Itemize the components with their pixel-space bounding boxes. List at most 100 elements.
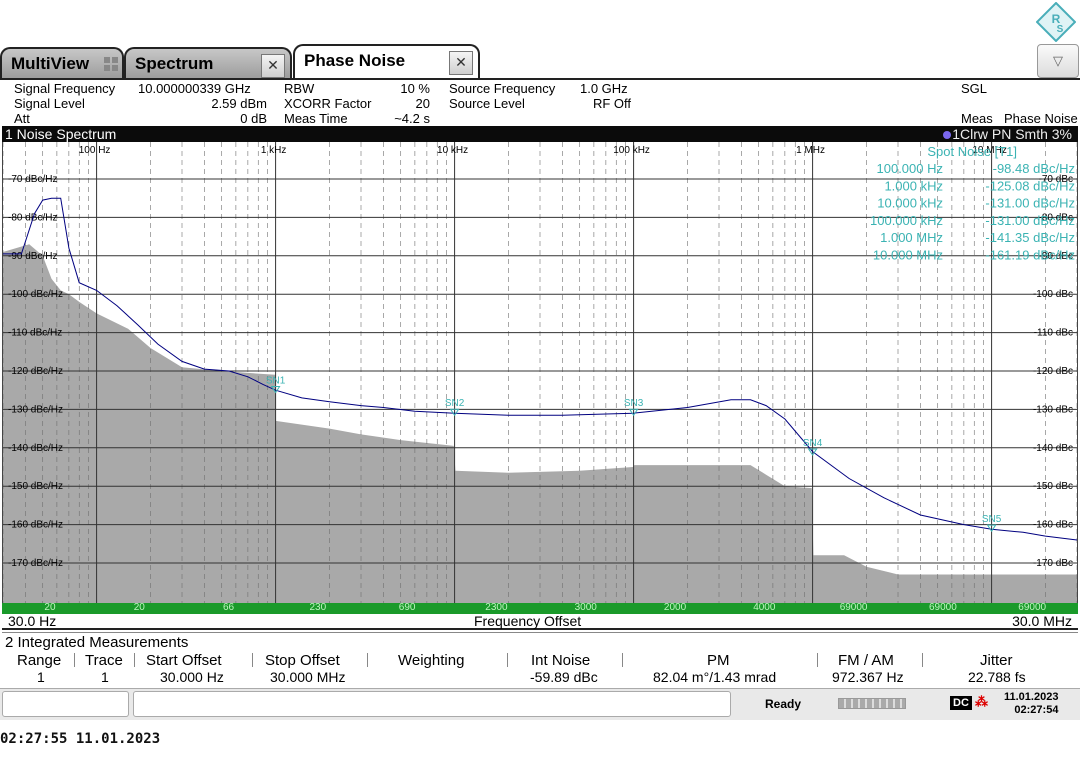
cell-start-offset: 30.000 Hz <box>160 669 224 685</box>
status-datetime: 11.01.2023 02:27:54 <box>1004 691 1058 717</box>
tab-spectrum-label: Spectrum <box>135 54 214 73</box>
x-tick-label: 100 Hz <box>79 145 111 156</box>
trace-info-text: 1Clrw PN Smth 3% <box>952 126 1072 142</box>
status-time: 02:27:54 <box>1014 704 1059 716</box>
spot-noise-marker-label: SN5 <box>982 514 1002 525</box>
spot-noise-value: -161.19 dBc/Hz <box>985 248 1075 263</box>
att-label: Att <box>14 111 30 126</box>
status-date: 11.01.2023 <box>1004 691 1059 703</box>
signal-level-value: 2.59 dBm <box>211 96 267 111</box>
att-value: 0 dB <box>240 111 267 126</box>
header-fm-am: FM / AM <box>838 652 894 669</box>
cell-pm: 82.04 m°/1.43 mrad <box>653 669 777 685</box>
noise-spectrum-chart: 100 Hz 1 kHz 10 kHz 100 kHz 1 MHz 10 MHz-70 d… <box>3 142 1077 603</box>
column-separator <box>922 653 923 667</box>
header-weighting: Weighting <box>398 652 465 669</box>
rbw-value: 10 % <box>400 81 430 96</box>
noise-spectrum-plot[interactable]: 100 Hz 1 kHz 10 kHz 100 kHz 1 MHz 10 MHz -70 d… <box>2 142 1078 603</box>
y-tick-label-left: -140 dBc/Hz <box>8 443 63 454</box>
close-icon[interactable]: ✕ <box>449 51 473 75</box>
column-separator <box>817 653 818 667</box>
spot-noise-frequency: 100.000 kHz <box>870 213 943 228</box>
integration-bar-value: 20 <box>44 602 56 613</box>
status-message-field[interactable] <box>133 691 731 717</box>
spot-noise-frequency: 100.000 Hz <box>877 161 944 176</box>
meas-label: Meas <box>961 111 993 126</box>
x-tick-label: 10 kHz <box>437 145 468 156</box>
cell-jitter: 22.788 fs <box>968 669 1026 685</box>
header-stop-offset: Stop Offset <box>265 652 340 669</box>
meas-time-label: Meas Time <box>284 111 348 126</box>
x-axis-label: Frequency Offset <box>474 613 582 629</box>
meas-time-value: ~4.2 s <box>394 111 430 126</box>
spot-noise-frequency: 10.000 kHz <box>877 196 943 211</box>
header-pm: PM <box>707 652 730 669</box>
xcorr-value: 20 <box>415 96 430 111</box>
spot-noise-value: -131.00 dBc/Hz <box>985 196 1075 211</box>
integrated-title: 2 Integrated Measurements <box>5 634 189 651</box>
y-tick-label-left: -130 dBc/Hz <box>8 404 63 415</box>
signal-level-label: Signal Level <box>14 96 85 111</box>
spot-noise-marker-label: SN1 <box>266 376 286 387</box>
y-tick-label-left: -170 dBc/Hz <box>8 558 63 569</box>
integration-bar-value: 69000 <box>929 602 957 613</box>
y-tick-label-left: -90 dBc/Hz <box>8 251 57 262</box>
status-field-left[interactable] <box>2 691 129 717</box>
column-separator <box>622 653 623 667</box>
header-trace: Trace <box>85 652 123 669</box>
signal-frequency-value: 10.000000339 GHz <box>138 81 251 96</box>
trace-info: 1Clrw PN Smth 3% <box>943 126 1072 142</box>
spot-noise-frequency: 10.000 MHz <box>873 248 943 263</box>
cell-range: 1 <box>37 669 45 685</box>
spot-noise-marker-label: SN4 <box>803 438 823 449</box>
y-tick-label-right: -140 dBc <box>1033 443 1073 454</box>
y-tick-label-left: -70 dBc/Hz <box>8 174 57 185</box>
x-tick-label: 1 MHz <box>796 145 825 156</box>
tab-spectrum[interactable]: Spectrum ✕ <box>124 47 292 80</box>
spot-noise-value: -141.35 dBc/Hz <box>985 230 1075 245</box>
integration-bar-value: 230 <box>309 602 327 613</box>
column-separator <box>507 653 508 667</box>
xcorr-label: XCORR Factor <box>284 96 372 111</box>
spot-noise-marker-label: SN3 <box>624 398 644 409</box>
spot-noise-marker-label: SN2 <box>445 398 465 409</box>
integration-bar-value: 2000 <box>663 602 687 613</box>
stop-frequency: 30.0 MHz <box>1012 613 1072 629</box>
y-tick-label-left: -120 dBc/Hz <box>8 366 63 377</box>
header-jitter: Jitter <box>980 652 1013 669</box>
chevron-down-icon[interactable]: ▽ <box>1037 44 1079 78</box>
close-icon[interactable]: ✕ <box>261 54 285 78</box>
cell-trace: 1 <box>101 669 109 685</box>
rs-logo-icon: R S <box>1036 2 1076 42</box>
dc-coupling-badge: DC <box>950 696 972 710</box>
diagram-title-bar: 1 Noise Spectrum 1Clrw PN Smth 3% <box>2 126 1078 142</box>
column-separator <box>367 653 368 667</box>
cell-fm-am: 972.367 Hz <box>832 669 904 685</box>
y-tick-label-right: -130 dBc <box>1033 404 1073 415</box>
trace-dot-icon <box>943 131 952 139</box>
y-tick-label-left: -100 dBc/Hz <box>8 289 63 300</box>
source-level-value: RF Off <box>592 96 631 111</box>
y-tick-label-right: -160 dBc <box>1033 520 1073 531</box>
spot-noise-value: -98.48 dBc/Hz <box>993 161 1075 176</box>
y-tick-label-right: -110 dBc <box>1034 328 1073 339</box>
tab-multiview[interactable]: MultiView <box>0 47 124 80</box>
y-tick-label-left: -110 dBc/Hz <box>8 328 62 339</box>
header-start-offset: Start Offset <box>146 652 222 669</box>
spot-noise-frequency: 1.000 kHz <box>884 178 943 193</box>
progress-indicator <box>838 698 906 709</box>
x-tick-label: 100 kHz <box>613 145 650 156</box>
integration-bar-value: 2300 <box>485 602 508 613</box>
y-tick-label-right: -150 dBc <box>1033 481 1073 492</box>
rbw-label: RBW <box>284 81 315 96</box>
header-range: Range <box>17 652 62 669</box>
integration-bar-value: 69000 <box>1018 602 1047 613</box>
photo-timestamp: 02:27:55 11.01.2023 <box>0 731 161 747</box>
tab-phase-noise[interactable]: Phase Noise ✕ <box>293 44 480 80</box>
header-int-noise: Int Noise <box>531 652 591 669</box>
integration-bar-value: 4000 <box>753 602 776 613</box>
integrated-measurements-panel: 2 Integrated Measurements Range Trace St… <box>2 632 1078 686</box>
cell-stop-offset: 30.000 MHz <box>270 669 346 685</box>
spot-noise-title: Spot Noise [T1] <box>927 144 1017 159</box>
signal-frequency-label: Signal Frequency <box>14 81 116 96</box>
